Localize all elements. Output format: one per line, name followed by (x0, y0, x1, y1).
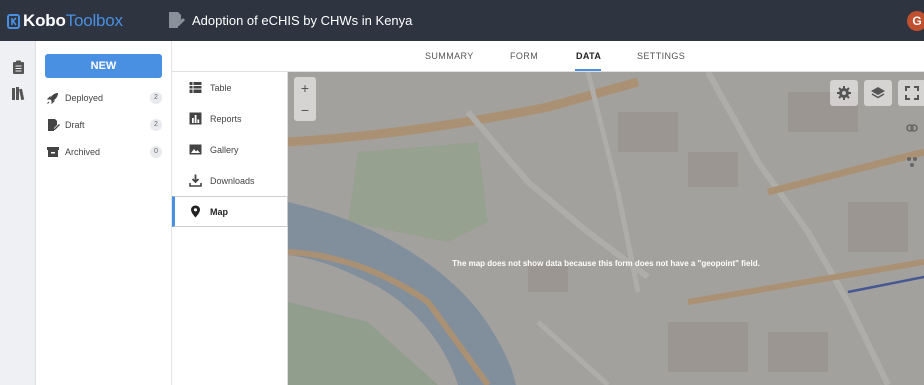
left-icon-rail (0, 41, 36, 385)
gear-icon (837, 86, 851, 100)
forms-icon[interactable] (11, 60, 26, 75)
cluster-icon (907, 157, 917, 167)
subnav-label: Gallery (210, 144, 239, 155)
form-deployed-icon (169, 12, 185, 28)
subnav-item-downloads[interactable]: Downloads (172, 165, 288, 196)
layers-icon (871, 87, 885, 99)
sidebar-item-label: Deployed (65, 93, 104, 103)
map-layers-button[interactable] (864, 80, 892, 106)
map-no-geopoint-message: The map does not show data because this … (452, 259, 760, 268)
form-tabs: SUMMARY FORM DATA SETTINGS (172, 41, 924, 72)
archive-icon (47, 147, 59, 157)
map-settings-button[interactable] (830, 80, 858, 106)
zoom-out-button[interactable]: − (294, 99, 316, 121)
form-title: Adoption of eCHIS by CHWs in Kenya (192, 13, 413, 28)
library-icon[interactable] (11, 86, 26, 101)
new-button[interactable]: NEW (45, 54, 162, 78)
tab-settings[interactable]: SETTINGS (637, 51, 685, 61)
zoom-controls: + − (294, 77, 316, 121)
kobotoolbox-logo[interactable]: KoboToolbox (7, 11, 123, 31)
heatmap-icon (906, 124, 918, 132)
map-dim-overlay (288, 72, 924, 385)
draft-icon (48, 119, 60, 131)
subnav-item-map[interactable]: Map (172, 196, 288, 227)
subnav-label: Reports (210, 113, 242, 124)
sidebar-item-deployed[interactable]: Deployed 2 (46, 88, 162, 108)
count-badge: 0 (150, 146, 162, 158)
subnav-item-table[interactable]: Table (172, 72, 288, 103)
subnav-item-gallery[interactable]: Gallery (172, 134, 288, 165)
fullscreen-icon (905, 86, 919, 100)
map-cluster-button[interactable] (900, 150, 924, 174)
sidebar-item-draft[interactable]: Draft 2 (46, 115, 162, 135)
tab-form[interactable]: FORM (510, 51, 538, 61)
top-bar: KoboToolbox Adoption of eCHIS by CHWs in… (0, 0, 924, 41)
user-avatar[interactable]: G (907, 11, 924, 31)
subnav-label: Map (210, 206, 228, 217)
sidebar-item-archived[interactable]: Archived 0 (46, 142, 162, 162)
sidebar-item-label: Draft (65, 120, 85, 130)
map-view[interactable]: + − The map does not show data because t… (288, 72, 924, 385)
subnav-item-reports[interactable]: Reports (172, 103, 288, 134)
kobo-logo-icon (7, 13, 20, 29)
zoom-in-button[interactable]: + (294, 77, 316, 99)
subnav-label: Downloads (210, 175, 255, 186)
map-fullscreen-button[interactable] (898, 80, 924, 106)
sidebar-item-label: Archived (65, 147, 101, 157)
reports-icon (189, 112, 202, 125)
map-heatmap-button[interactable] (900, 116, 924, 140)
tab-summary[interactable]: SUMMARY (425, 51, 474, 61)
download-icon (189, 174, 202, 187)
count-badge: 2 (150, 119, 162, 131)
active-tab-indicator (575, 69, 601, 71)
data-subnav: Table Reports Gallery Downloads Map (172, 72, 288, 385)
table-icon (189, 82, 202, 93)
rocket-icon (46, 93, 58, 105)
subnav-label: Table (210, 82, 232, 93)
count-badge: 2 (150, 92, 162, 104)
logo-text-light: Toolbox (65, 11, 123, 30)
gallery-icon (189, 144, 202, 155)
logo-text-bold: Kobo (23, 11, 66, 30)
asset-sidebar: NEW Deployed 2 Draft 2 Archived 0 (36, 41, 172, 385)
tab-data[interactable]: DATA (576, 51, 601, 61)
map-pin-icon (191, 205, 200, 218)
